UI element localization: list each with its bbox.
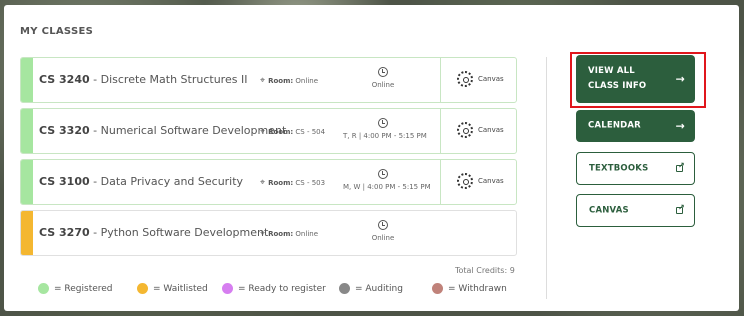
clock-icon — [378, 118, 388, 128]
legend-label: = Registered — [54, 283, 113, 294]
legend-label: = Withdrawn — [448, 283, 507, 294]
course-name: - Python Software Development — [89, 226, 269, 239]
room-label: Room: — [268, 230, 294, 238]
course-code: CS 3270 — [39, 226, 90, 239]
legend-item-withdrawn: = Withdrawn — [432, 283, 507, 294]
button-label: CALENDAR — [588, 120, 641, 131]
course-code: CS 3240 — [39, 73, 90, 86]
textbooks-button[interactable]: TEXTBOOKS — [576, 152, 695, 185]
section-title: MY CLASSES — [20, 26, 94, 37]
arrow-right-icon: → — [675, 72, 685, 86]
map-pin-icon: ⌖ — [260, 76, 266, 86]
status-bar-registered — [21, 160, 33, 204]
time-info: Online — [343, 67, 423, 89]
button-label: TEXTBOOKS — [589, 163, 649, 173]
class-row[interactable]: CS 3320 - Numerical Software Development… — [20, 108, 517, 154]
course-code: CS 3100 — [39, 175, 90, 188]
course-title[interactable]: CS 3320 - Numerical Software Development — [39, 124, 286, 137]
time-value: Online — [371, 234, 395, 242]
view-all-class-info-button[interactable]: VIEW ALL CLASS INFO → — [576, 55, 695, 103]
class-row[interactable]: CS 3100 - Data Privacy and Security ⌖ Roo… — [20, 159, 517, 205]
class-row[interactable]: CS 3240 - Discrete Math Structures II ⌖ R… — [20, 57, 517, 103]
legend-dot — [137, 283, 148, 294]
my-classes-card: MY CLASSES CS 3240 - Discrete Math Struc… — [4, 5, 739, 311]
map-pin-icon: ⌖ — [260, 127, 266, 137]
status-bar-registered — [21, 58, 33, 102]
course-name: - Data Privacy and Security — [89, 175, 244, 188]
room-label: Room: — [268, 77, 294, 85]
arrow-right-icon: → — [675, 119, 685, 133]
legend-item-registered: = Registered — [38, 283, 113, 294]
calendar-button[interactable]: CALENDAR → — [576, 110, 695, 142]
room-info: ⌖ Room: CS - 504 — [260, 127, 325, 137]
room-label: Room: — [268, 179, 294, 187]
course-code: CS 3320 — [39, 124, 90, 137]
time-info: M, W | 4:00 PM - 5:15 PM — [343, 169, 431, 191]
room-value: CS - 503 — [295, 179, 326, 187]
room-info: ⌖ Room: Online — [260, 76, 318, 86]
legend-item-ready: = Ready to register — [222, 283, 326, 294]
legend-dot — [432, 283, 443, 294]
legend-dot — [339, 283, 350, 294]
canvas-button[interactable]: CANVAS — [576, 194, 695, 227]
column-divider — [546, 57, 547, 299]
clock-icon — [378, 169, 388, 179]
time-value: T, R | 4:00 PM - 5:15 PM — [343, 132, 427, 140]
legend-dot — [222, 283, 233, 294]
course-title[interactable]: CS 3240 - Discrete Math Structures II — [39, 73, 247, 86]
legend-item-auditing: = Auditing — [339, 283, 403, 294]
room-info: ⌖ Room: Online — [260, 229, 318, 239]
time-value: M, W | 4:00 PM - 5:15 PM — [343, 183, 431, 191]
room-info: ⌖ Room: CS - 503 — [260, 178, 325, 188]
class-row[interactable]: CS 3270 - Python Software Development ⌖ R… — [20, 210, 517, 256]
room-value: Online — [295, 77, 319, 85]
button-label: CANVAS — [589, 205, 629, 215]
legend-dot — [38, 283, 49, 294]
canvas-label: Canvas — [478, 177, 504, 185]
external-link-icon — [676, 203, 685, 214]
canvas-logo-icon — [457, 173, 473, 189]
canvas-label: Canvas — [478, 126, 504, 134]
status-bar-registered — [21, 109, 33, 153]
clock-icon — [378, 67, 388, 77]
legend-label: = Ready to register — [238, 283, 326, 294]
room-label: Room: — [268, 128, 294, 136]
course-title[interactable]: CS 3100 - Data Privacy and Security — [39, 175, 243, 188]
map-pin-icon: ⌖ — [260, 178, 266, 188]
room-value: CS - 504 — [295, 128, 326, 136]
time-value: Online — [371, 81, 395, 89]
status-legend: = Registered = Waitlisted = Ready to reg… — [4, 283, 524, 297]
map-pin-icon: ⌖ — [260, 229, 266, 239]
canvas-logo-icon — [457, 71, 473, 87]
canvas-link[interactable]: Canvas — [440, 109, 516, 153]
course-name: - Numerical Software Development — [89, 124, 287, 137]
course-name: - Discrete Math Structures II — [89, 73, 248, 86]
canvas-logo-icon — [457, 122, 473, 138]
legend-item-waitlisted: = Waitlisted — [137, 283, 208, 294]
clock-icon — [378, 220, 388, 230]
legend-label: = Auditing — [355, 283, 403, 294]
course-title[interactable]: CS 3270 - Python Software Development — [39, 226, 268, 239]
button-label: VIEW ALL CLASS INFO — [588, 66, 647, 91]
room-value: Online — [295, 230, 319, 238]
external-link-icon — [676, 161, 685, 172]
canvas-label: Canvas — [478, 75, 504, 83]
legend-label: = Waitlisted — [153, 283, 208, 294]
time-info: T, R | 4:00 PM - 5:15 PM — [343, 118, 427, 140]
time-info: Online — [343, 220, 423, 242]
canvas-link[interactable]: Canvas — [440, 58, 516, 102]
status-bar-waitlisted — [21, 211, 33, 255]
canvas-link[interactable]: Canvas — [440, 160, 516, 204]
total-credits: Total Credits: 9 — [455, 266, 515, 275]
